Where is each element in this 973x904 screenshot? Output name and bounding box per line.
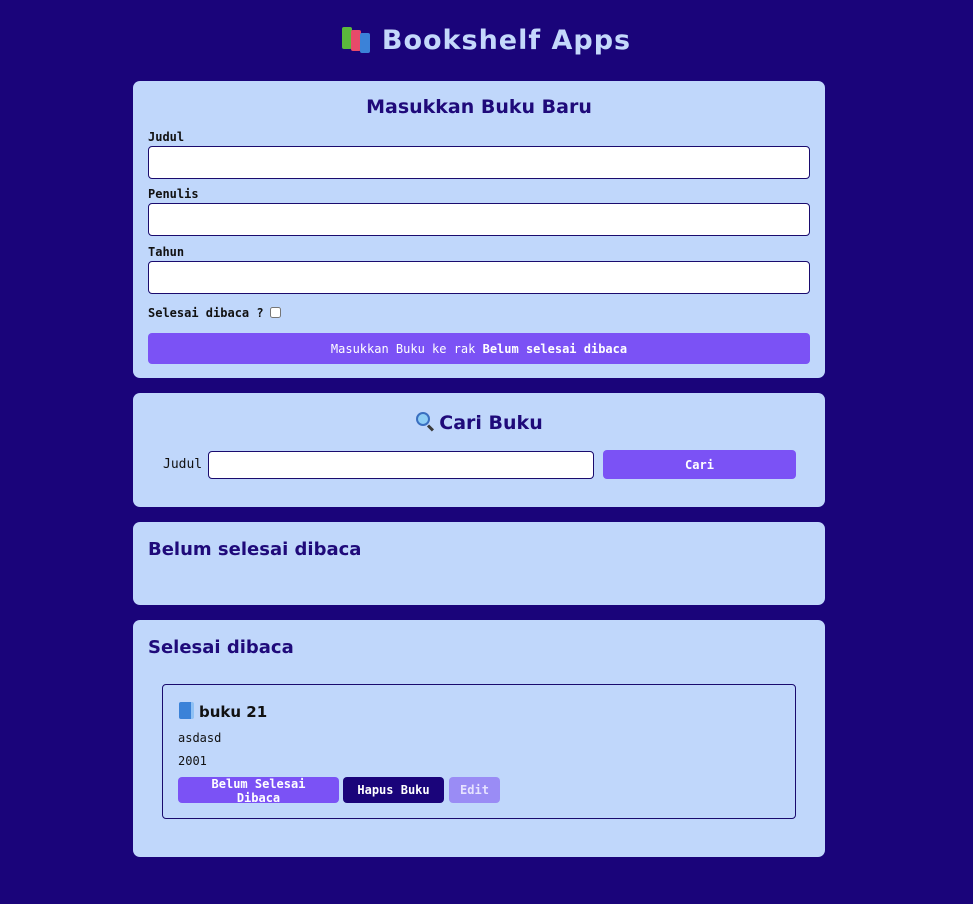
submit-book-button[interactable]: Masukkan Buku ke rak Belum selesai dibac…	[148, 333, 810, 364]
search-input[interactable]	[208, 451, 594, 479]
penulis-input[interactable]	[148, 203, 810, 236]
penulis-label: Penulis	[148, 187, 199, 201]
app-title: Bookshelf Apps	[381, 24, 632, 56]
input-section-title: Masukkan Buku Baru	[366, 96, 592, 118]
app-header: Bookshelf Apps	[0, 0, 973, 80]
submit-prefix: Masukkan Buku ke rak	[330, 341, 483, 356]
search-title-text: Cari Buku	[439, 412, 543, 434]
search-button[interactable]: Cari	[603, 450, 796, 479]
complete-bookshelf: Selesai dibaca buku 21 asdasd 2001 Belum…	[133, 620, 825, 857]
blue-book-icon	[179, 702, 194, 719]
book-title: buku 21	[179, 702, 267, 721]
input-book-section: Masukkan Buku Baru Judul Penulis Tahun S…	[133, 81, 825, 378]
books-icon	[341, 27, 372, 53]
magnifier-icon	[415, 411, 435, 432]
submit-shelf-name: Belum selesai dibaca	[482, 341, 628, 356]
complete-label: Selesai dibaca ?	[148, 306, 264, 320]
incomplete-shelf-title: Belum selesai dibaca	[148, 539, 362, 560]
book-year: 2001	[178, 754, 207, 768]
tahun-label: Tahun	[148, 245, 185, 259]
delete-book-button[interactable]: Hapus Buku	[343, 777, 444, 803]
judul-label: Judul	[148, 130, 185, 144]
search-book-section: Cari Buku Judul Cari	[133, 393, 825, 507]
incomplete-bookshelf: Belum selesai dibaca	[133, 522, 825, 605]
book-item: buku 21 asdasd 2001 Belum Selesai Dibaca…	[162, 684, 796, 819]
search-judul-label: Judul	[163, 457, 203, 472]
book-title-text: buku 21	[199, 703, 268, 721]
book-author: asdasd	[178, 731, 222, 745]
edit-book-button[interactable]: Edit	[449, 777, 500, 803]
complete-checkbox[interactable]	[270, 307, 281, 318]
tahun-input[interactable]	[148, 261, 810, 294]
complete-shelf-title: Selesai dibaca	[148, 637, 294, 658]
search-section-title: Cari Buku	[133, 411, 825, 434]
judul-input[interactable]	[148, 146, 810, 179]
move-to-incomplete-button[interactable]: Belum Selesai Dibaca	[178, 777, 339, 805]
